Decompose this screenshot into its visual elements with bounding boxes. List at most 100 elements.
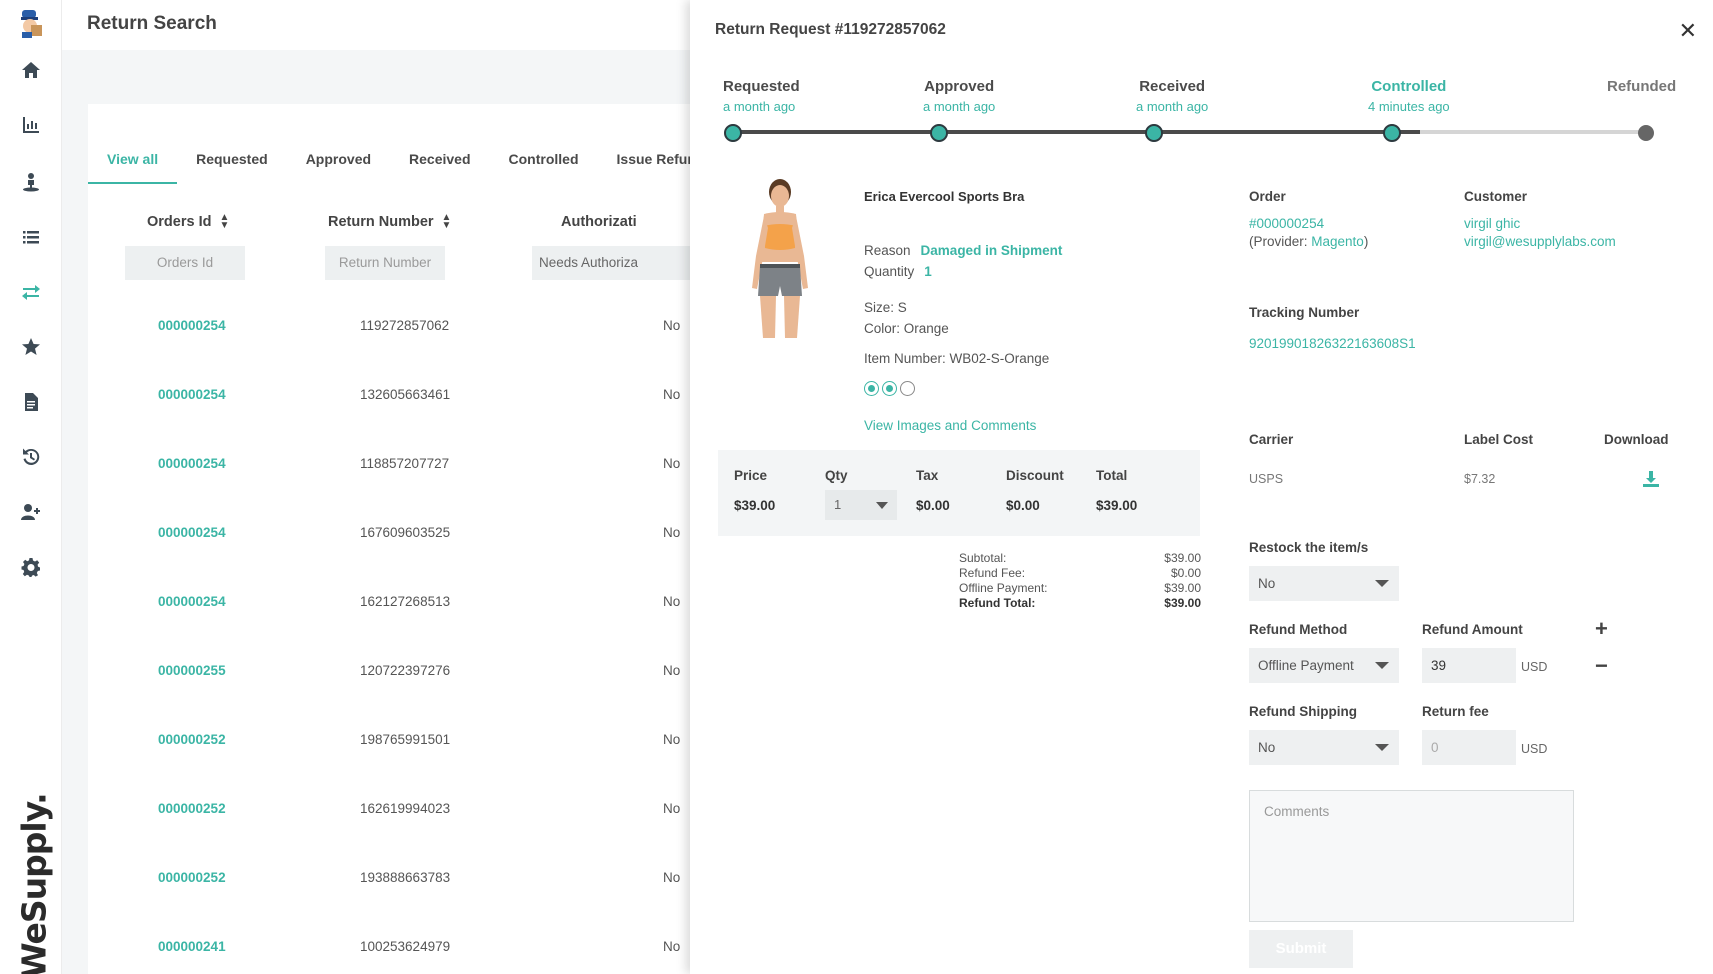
minus-icon[interactable]: − [1595,655,1608,677]
reason-value: Damaged in Shipment [920,243,1063,258]
order-link[interactable]: 000000254 [158,387,226,402]
price-breakdown: Price Qty Tax Discount Total $39.00 1 $0… [718,450,1200,536]
column-label: Return Number [328,214,434,230]
qty-select[interactable]: 1 [825,490,897,520]
provider-link[interactable]: Magento [1311,234,1364,249]
nav-customers[interactable] [0,162,62,202]
table-row[interactable]: 000000255 120722397276 No [88,637,690,706]
return-number: 198765991501 [360,732,451,747]
view-images-link[interactable]: View Images and Comments [864,418,1036,433]
download-icon[interactable] [1642,470,1660,488]
nav-returns[interactable] [0,272,62,312]
refund-total-value: $39.00 [1164,596,1201,610]
return-number-filter[interactable]: Return Number [325,246,445,280]
label-cost-label: Label Cost [1464,432,1534,447]
returns-table-card: View all Requested Approved Received Con… [88,104,690,974]
tracking-number-link[interactable]: 92019901826322163608S1 [1249,335,1416,353]
refund-method-value: Offline Payment [1258,658,1354,673]
orders-id-filter[interactable]: Orders Id [125,246,245,280]
fee-currency: USD [1521,742,1548,756]
refund-amount-input[interactable]: 39 [1422,648,1516,683]
table-row[interactable]: 000000254 119272857062 No [88,292,690,361]
authorization-value: No [663,387,681,402]
step-time: a month ago [723,99,796,114]
refund-shipping-select[interactable]: No [1249,730,1399,765]
sort-icon[interactable]: ▲ ▼ [219,213,229,231]
brand-wordmark: WeSupply. [6,793,62,974]
nav-users[interactable] [0,492,62,532]
image-radio[interactable] [900,381,915,396]
customer-name-link[interactable]: virgil ghic [1464,215,1520,233]
authorization-value: No [663,525,681,540]
order-link[interactable]: 000000252 [158,732,226,747]
label-cost-value: $7.32 [1464,472,1496,486]
price-value: $39.00 [734,498,776,513]
refund-method-select[interactable]: Offline Payment [1249,648,1399,683]
order-link[interactable]: 000000255 [158,663,226,678]
page-title: Return Search [87,13,217,34]
nav-reviews[interactable] [0,327,62,367]
nav-reports[interactable] [0,105,62,145]
order-link[interactable]: 000000241 [158,939,226,954]
comments-textarea[interactable]: Comments [1249,790,1574,922]
app-logo[interactable] [18,8,44,38]
table-row[interactable]: 000000252 162619994023 No [88,775,690,844]
chevron-down-icon [876,502,888,509]
column-header-return-number[interactable]: Return Number ▲ ▼ [328,213,452,231]
table-row[interactable]: 000000252 198765991501 No [88,706,690,775]
table-row[interactable]: 000000241 100253624979 No [88,913,690,974]
total-header: Total [1096,468,1128,483]
order-link[interactable]: 000000254 [158,525,226,540]
close-icon[interactable]: ✕ [1679,18,1697,44]
product-image[interactable] [738,178,822,338]
order-link[interactable]: 000000254 [158,594,226,609]
image-selector [864,381,915,396]
reason-label: Reason [864,243,911,258]
nav-documents[interactable] [0,382,62,422]
tab-controlled[interactable]: Controlled [490,144,598,184]
table-row[interactable]: 000000252 193888663783 No [88,844,690,913]
table-row[interactable]: 000000254 162127268513 No [88,568,690,637]
image-radio[interactable] [864,381,879,396]
authorization-filter[interactable]: Needs Authoriza [532,246,690,280]
tab-issue-refund[interactable]: Issue Refund [598,144,690,184]
column-header-authorization[interactable]: Authorizati [561,214,637,230]
sidebar-nav: WeSupply. [0,0,62,974]
tab-received[interactable]: Received [390,144,489,184]
authorization-value: No [663,663,681,678]
price-header: Price [734,468,768,483]
nav-history[interactable] [0,437,62,477]
authorization-value: No [663,318,681,333]
return-fee-input[interactable]: 0 [1422,730,1516,765]
drawer-title: Return Request #119272857062 [715,21,946,38]
nav-orders[interactable] [0,217,62,257]
table-row[interactable]: 000000254 167609603525 No [88,499,690,568]
image-radio[interactable] [882,381,897,396]
nav-settings[interactable] [0,547,62,587]
table-row[interactable]: 000000254 118857207727 No [88,430,690,499]
order-number-link[interactable]: #000000254 [1249,215,1324,233]
order-link[interactable]: 000000252 [158,801,226,816]
tab-view-all[interactable]: View all [88,144,178,184]
column-header-orders-id[interactable]: Orders Id ▲ ▼ [147,213,229,231]
authorization-value: No [663,939,681,954]
customer-email-link[interactable]: virgil@wesupplylabs.com [1464,233,1616,251]
refund-shipping-value: No [1258,740,1276,755]
tab-requested[interactable]: Requested [177,144,287,184]
restock-select[interactable]: No [1249,566,1399,601]
qty-header: Qty [825,468,848,483]
nav-home[interactable] [0,50,62,90]
authorization-value: No [663,456,681,471]
table-row[interactable]: 000000254 132605663461 No [88,361,690,430]
tab-approved[interactable]: Approved [287,144,390,184]
order-link[interactable]: 000000254 [158,318,226,333]
discount-header: Discount [1006,468,1064,483]
return-number: 118857207727 [360,456,450,471]
plus-icon[interactable]: + [1595,618,1608,640]
return-number: 120722397276 [360,663,451,678]
order-link[interactable]: 000000254 [158,456,226,471]
refund-summary: Subtotal: $39.00 Refund Fee: $0.00 Offline… [959,551,1201,611]
submit-button[interactable]: Submit [1249,930,1353,968]
order-link[interactable]: 000000252 [158,870,226,885]
sort-icon[interactable]: ▲ ▼ [442,213,452,231]
